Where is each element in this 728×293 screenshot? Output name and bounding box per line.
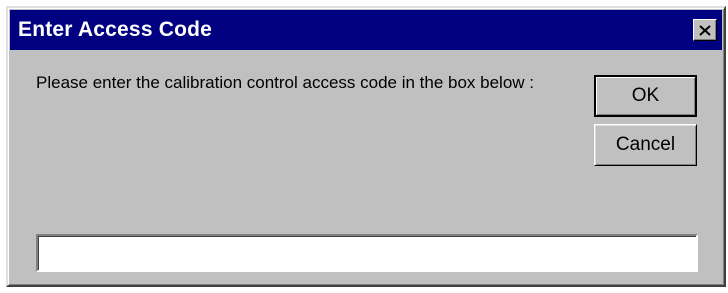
dialog-title: Enter Access Code: [18, 18, 213, 41]
access-code-input[interactable]: [36, 234, 698, 272]
instruction-text: Please enter the calibration control acc…: [36, 73, 535, 92]
access-code-dialog: Enter Access Code Please enter the calib…: [6, 6, 726, 287]
cancel-button[interactable]: Cancel: [594, 124, 697, 166]
title-bar[interactable]: Enter Access Code: [10, 10, 722, 50]
close-button[interactable]: [693, 19, 717, 41]
ok-button[interactable]: OK: [594, 75, 697, 117]
close-icon: [699, 24, 711, 36]
